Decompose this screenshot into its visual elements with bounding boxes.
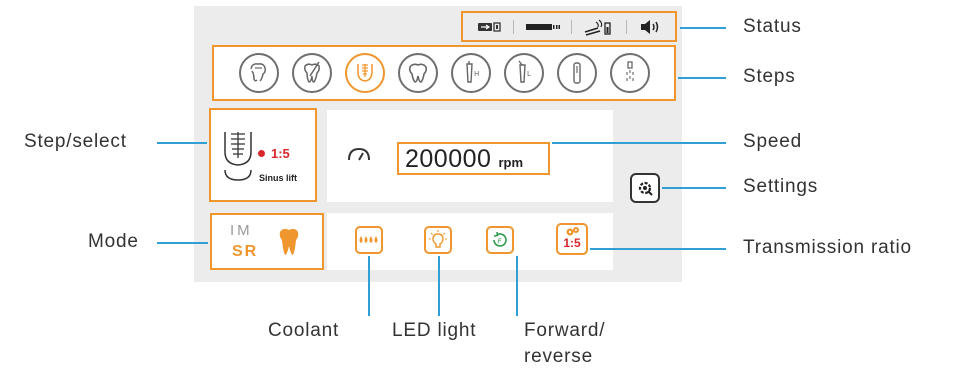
step-select-box[interactable]: 1:5 Sinus lift — [209, 108, 317, 202]
speed-unit: rpm — [498, 155, 523, 170]
speed-value: 200000 — [405, 145, 492, 173]
status-divider — [626, 19, 628, 34]
coolant-button[interactable] — [355, 226, 383, 254]
label-led-light: LED light — [392, 320, 477, 341]
tooth-icon — [278, 227, 300, 262]
svg-text:F: F — [498, 238, 503, 246]
speedometer-icon — [347, 146, 371, 167]
label-settings: Settings — [743, 176, 819, 197]
step-select-leader — [157, 142, 207, 144]
battery-level-icon — [525, 22, 560, 32]
label-forward-reverse-1: Forward/ — [524, 320, 606, 341]
step-name: Sinus lift — [259, 173, 297, 183]
handpiece-l-icon[interactable]: L — [503, 53, 544, 93]
handpiece-signal-icon — [584, 18, 614, 36]
irrigation-icon[interactable] — [609, 53, 650, 93]
label-speed: Speed — [743, 131, 802, 152]
label-transmission-ratio: Transmission ratio — [743, 237, 912, 258]
active-dot — [258, 150, 265, 157]
settings-leader — [662, 187, 726, 189]
ratio-value: 1:5 — [563, 236, 581, 250]
steps-leader — [678, 77, 726, 79]
led-light-icon — [429, 230, 447, 250]
steps-bar: H L — [212, 45, 676, 101]
svg-text:L: L — [527, 70, 531, 78]
crown-prep-icon[interactable] — [238, 53, 279, 93]
label-steps: Steps — [743, 66, 796, 87]
led-light-button[interactable] — [424, 226, 452, 254]
label-forward-reverse-2: reverse — [524, 346, 593, 367]
handpiece-h-icon[interactable]: H — [450, 53, 491, 93]
label-coolant: Coolant — [268, 320, 340, 341]
tooth-icon[interactable] — [397, 53, 438, 93]
file-icon[interactable] — [556, 53, 597, 93]
settings-button[interactable] — [630, 173, 660, 203]
root-canal-icon[interactable] — [291, 53, 332, 93]
mode-im: IM — [230, 222, 253, 239]
status-divider — [571, 19, 573, 34]
mode-sr: SR — [232, 243, 259, 260]
implant-icon — [221, 130, 255, 187]
label-mode: Mode — [88, 231, 139, 252]
transmission-leader — [590, 248, 726, 250]
speed-display[interactable]: 200000 rpm — [397, 142, 550, 175]
forward-reverse-button[interactable]: F — [486, 226, 514, 254]
volume-icon — [639, 19, 661, 35]
mode-box[interactable]: IM SR — [210, 213, 324, 270]
gear-icon — [636, 179, 654, 197]
status-bar — [461, 11, 677, 42]
status-divider — [512, 19, 514, 34]
usb-battery-icon — [477, 21, 501, 33]
led-light-leader — [438, 256, 440, 316]
forward-reverse-icon: F — [491, 231, 509, 249]
mode-leader — [157, 242, 208, 244]
label-status: Status — [743, 16, 802, 37]
coolant-leader — [368, 256, 370, 316]
forward-reverse-leader — [516, 256, 518, 316]
coolant-icon — [358, 234, 380, 246]
speed-leader — [552, 142, 726, 144]
step-ratio: 1:5 — [271, 146, 290, 161]
status-leader — [680, 27, 726, 29]
implant-sinus-icon[interactable] — [344, 53, 385, 93]
svg-text:H: H — [474, 70, 479, 78]
label-step-select: Step/select — [24, 131, 127, 152]
transmission-ratio-button[interactable]: 1:5 — [556, 223, 588, 255]
